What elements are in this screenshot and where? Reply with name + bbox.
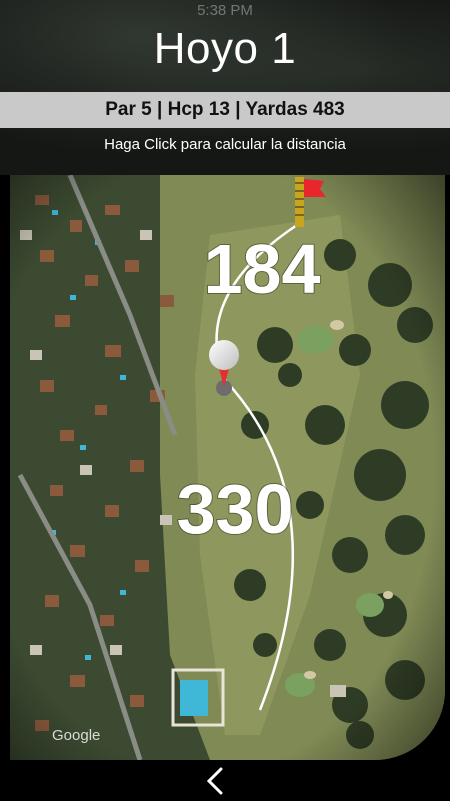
status-time: 5:38 PM (197, 2, 253, 19)
satellite-map[interactable]: 184 330 (10, 175, 445, 760)
back-chevron-icon (206, 767, 223, 795)
distance-to-flag-label: 184 (204, 230, 321, 308)
distance-hint: Haga Click para calcular la distancia (104, 136, 346, 153)
distance-from-tee-label: 330 (177, 470, 294, 548)
map-attribution: Google (52, 727, 101, 744)
back-button[interactable] (200, 766, 230, 796)
header: 5:38 PM Hoyo 1 Par 5 | Hcp 13 | Yardas 4… (0, 0, 450, 175)
hole-title: Hoyo 1 (153, 24, 297, 73)
hole-info-bar: Par 5 | Hcp 13 | Yardas 483 (0, 92, 450, 128)
